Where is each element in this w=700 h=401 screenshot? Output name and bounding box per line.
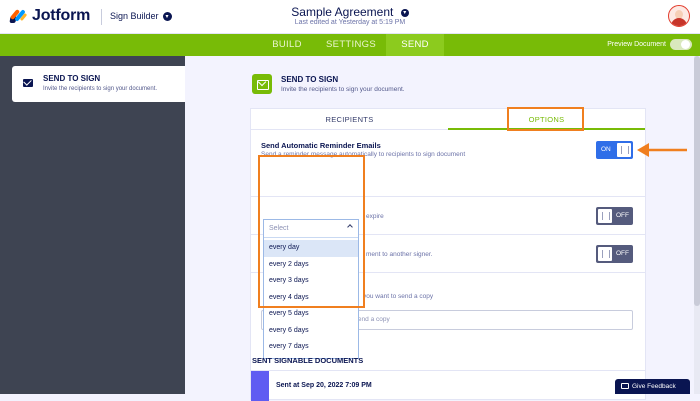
dropdown-option[interactable]: every day xyxy=(264,240,358,257)
tab-build[interactable]: BUILD xyxy=(258,34,316,56)
dropdown-option[interactable]: every 4 days xyxy=(264,290,358,307)
give-feedback-button[interactable]: Give Feedback xyxy=(615,379,690,394)
document-color-bar xyxy=(251,371,269,401)
preview-label: Preview Document xyxy=(607,41,666,48)
divider xyxy=(251,196,645,197)
chat-icon xyxy=(621,383,629,389)
reminder-title: Send Automatic Reminder Emails xyxy=(261,141,381,150)
tab-recipients[interactable]: RECIPIENTS xyxy=(251,109,448,130)
reminder-frequency-dropdown[interactable]: Select every day every 2 days every 3 da… xyxy=(263,219,359,359)
option-desc: ment to another signer. xyxy=(366,251,433,258)
tab-settings[interactable]: SETTINGS xyxy=(319,34,383,56)
sidebar-item-send-to-sign[interactable]: SEND TO SIGN Invite the recipients to si… xyxy=(12,66,185,102)
toggle-state: ON xyxy=(601,146,611,153)
panel-tabs: RECIPIENTS OPTIONS xyxy=(251,109,645,130)
chevron-down-icon: ▾ xyxy=(400,8,409,17)
reminder-frequency-select[interactable]: Select xyxy=(264,220,358,238)
dropdown-option[interactable]: every 2 days xyxy=(264,257,358,274)
last-edited: Last edited at Yesterday at 5:19 PM xyxy=(294,19,406,26)
tab-send[interactable]: SEND xyxy=(386,34,444,56)
preview-switch[interactable] xyxy=(670,39,692,50)
option-desc: expire xyxy=(366,213,384,220)
dropdown-option[interactable]: every 7 days xyxy=(264,339,358,356)
document-title-text: Sample Agreement xyxy=(291,5,394,19)
sidebar-item-title: SEND TO SIGN xyxy=(43,74,101,83)
section-title: SEND TO SIGN xyxy=(281,75,339,84)
scrollbar[interactable] xyxy=(694,56,700,394)
main-content: SEND TO SIGN Invite the recipients to si… xyxy=(185,56,700,401)
preview-document-toggle[interactable]: Preview Document xyxy=(607,39,692,50)
toggle-knob xyxy=(598,247,612,261)
reminder-desc: Send a reminder message automatically to… xyxy=(261,151,466,158)
sidebar-item-desc: Invite the recipients to sign your docum… xyxy=(43,86,158,92)
section-desc: Invite the recipients to sign your docum… xyxy=(281,86,405,93)
send-envelope-icon xyxy=(252,74,272,94)
feedback-label: Give Feedback xyxy=(632,383,676,390)
builder-nav: BUILD SETTINGS SEND Preview Document xyxy=(0,34,700,56)
expire-toggle[interactable]: OFF xyxy=(596,207,633,225)
toggle-state: OFF xyxy=(616,250,629,257)
reminder-toggle[interactable]: ON xyxy=(596,141,633,159)
avatar[interactable] xyxy=(668,5,690,27)
sent-document-item[interactable]: Sent at Sep 20, 2022 7:09 PM xyxy=(250,370,646,401)
envelope-icon xyxy=(23,79,33,87)
arrow-left-icon xyxy=(637,143,687,157)
select-placeholder: Select xyxy=(269,225,289,232)
sent-documents-title: SENT SIGNABLE DOCUMENTS xyxy=(252,356,364,365)
delegate-toggle[interactable]: OFF xyxy=(596,245,633,263)
toggle-knob xyxy=(617,143,631,157)
tab-options[interactable]: OPTIONS xyxy=(448,109,645,130)
toggle-state: OFF xyxy=(616,212,629,219)
sent-date: Sent at Sep 20, 2022 7:09 PM xyxy=(276,382,372,389)
option-desc: you want to send a copy xyxy=(363,293,434,300)
top-bar: Jotform Sign Builder ▾ Sample Agreement … xyxy=(0,0,700,34)
document-title[interactable]: Sample Agreement ▾ xyxy=(0,5,700,19)
toggle-knob xyxy=(598,209,612,223)
sidebar: SEND TO SIGN Invite the recipients to si… xyxy=(0,56,185,394)
dropdown-option[interactable]: every 6 days xyxy=(264,323,358,340)
dropdown-option[interactable]: every 3 days xyxy=(264,273,358,290)
dropdown-option[interactable]: every 5 days xyxy=(264,306,358,323)
chevron-up-icon xyxy=(347,224,353,230)
